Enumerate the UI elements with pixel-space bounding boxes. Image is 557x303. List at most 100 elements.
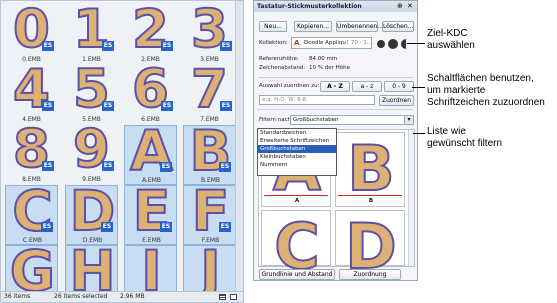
- es-badge-icon: ES: [101, 222, 113, 232]
- keyboard-collection-panel: Tastatur-Stickmusterkollektion ⊕ ✕ Neu..…: [253, 0, 418, 281]
- filter-dropdown-list: Standardzeichen Erweiterte Schriftzeichen…: [257, 128, 337, 176]
- status-size: 2.96 MB: [120, 293, 145, 300]
- divider: [258, 109, 413, 110]
- callout-line: [412, 87, 425, 88]
- es-badge-icon: ES: [42, 161, 54, 171]
- es-badge-icon: ES: [160, 222, 172, 232]
- filter-option[interactable]: Standardzeichen: [258, 129, 336, 137]
- filter-label: Filtern nach:: [259, 117, 293, 123]
- file-thumbnail[interactable]: 6 ES 6.EMB: [124, 62, 177, 125]
- chevron-down-icon[interactable]: ▾: [404, 116, 413, 124]
- assign-button[interactable]: Zuordnen: [379, 95, 414, 106]
- filter-option[interactable]: Großbuchstaben: [258, 145, 336, 153]
- glyph-preview: J: [199, 239, 221, 303]
- slot-half-circle-icon[interactable]: [401, 39, 411, 49]
- assign-digits-button[interactable]: 0 - 9: [384, 81, 414, 92]
- character-preview[interactable]: BB: [335, 132, 405, 207]
- new-button[interactable]: Neu...: [259, 21, 287, 32]
- es-badge-icon: ES: [219, 162, 231, 172]
- baseline-guide: [264, 195, 328, 196]
- collection-label: Kollektion:: [259, 40, 288, 46]
- file-thumbnail[interactable]: F ES F.EMB: [183, 183, 236, 245]
- es-badge-icon: ES: [161, 41, 173, 51]
- character-preview[interactable]: C: [261, 210, 331, 279]
- panel-title: Tastatur-Stickmusterkollektion: [254, 1, 417, 12]
- assign-label: Auswahl zuordnen zu:: [259, 83, 320, 89]
- file-thumbnail[interactable]: 0 ES 0.EMB: [5, 2, 58, 65]
- vertical-scrollbar[interactable]: [235, 1, 243, 292]
- preview-label: B: [368, 198, 374, 204]
- remove-assignment-button[interactable]: Zuordnung entfernen...: [339, 269, 401, 280]
- file-thumbnail[interactable]: 3 ES 3.EMB: [183, 2, 236, 65]
- filter-select-value: Großbuchstaben: [293, 117, 339, 123]
- file-thumbnail[interactable]: 4 ES 4.EMB: [5, 62, 58, 125]
- delete-button[interactable]: Löschen...: [382, 21, 414, 32]
- file-thumbnail[interactable]: A ES A.EMB: [124, 123, 177, 185]
- annotation-select-kdc: Ziel-KDC auswählen: [427, 28, 475, 51]
- file-thumbnail[interactable]: 2 ES 2.EMB: [124, 2, 177, 65]
- annotation-filter-list: Liste wie gewünscht filtern: [427, 126, 503, 149]
- es-badge-icon: ES: [161, 101, 173, 111]
- file-grid-panel: 0 ES 0.EMB 1 ES 1.EMB 2 ES 2.EMB 3 ES 3.EMB 4 ES 4.EMB…: [0, 0, 244, 303]
- status-selected-count: 26 items selected: [54, 293, 108, 300]
- collection-range: [ 70 - 1...: [347, 40, 373, 46]
- file-thumbnail[interactable]: E ES E.EMB: [124, 183, 177, 245]
- es-badge-icon: ES: [220, 41, 232, 51]
- divider: [258, 77, 413, 78]
- es-badge-icon: ES: [160, 162, 172, 172]
- collection-select[interactable]: A Doodle Appliqu [ 70 - 1...: [291, 37, 372, 49]
- ref-height-value: 84.00 mm: [309, 56, 338, 62]
- file-thumbnail[interactable]: 5 ES 5.EMB: [65, 62, 118, 125]
- slot-circle-icon[interactable]: [388, 39, 398, 49]
- baseline-guide: [338, 195, 402, 196]
- file-thumbnail[interactable]: 1 ES 1.EMB: [65, 2, 118, 65]
- status-item-count: 36 items: [4, 293, 31, 300]
- rename-button[interactable]: Umbenennen...: [336, 21, 383, 32]
- es-badge-icon: ES: [42, 41, 54, 51]
- filter-option[interactable]: Erweiterte Schriftzeichen: [258, 137, 336, 145]
- glyph-preview: H: [68, 239, 116, 303]
- file-thumbnail[interactable]: 9 ES 9.EMB: [65, 122, 118, 185]
- thumbnail-view-icon[interactable]: [230, 294, 237, 300]
- annotation-assign-buttons: Schaltflächen benutzen, um markierte Sch…: [427, 73, 545, 108]
- file-thumbnail[interactable]: 8 ES 8.EMB: [5, 122, 58, 185]
- filter-option[interactable]: Kleinbuchstaben: [258, 153, 336, 161]
- char-spacing-value: 10 % der Höhe: [309, 65, 350, 71]
- assign-range-input[interactable]: e.g. H-O, W, 6-8: [259, 95, 375, 105]
- es-badge-icon: ES: [41, 222, 53, 232]
- char-spacing-label: Zeichenabstand:: [259, 65, 306, 71]
- callout-line: [407, 43, 425, 44]
- filter-option[interactable]: Nummern: [258, 161, 336, 169]
- slot-circle-icon[interactable]: [377, 40, 385, 48]
- es-badge-icon: ES: [102, 161, 114, 171]
- pin-icon[interactable]: ⊕: [397, 2, 403, 11]
- status-bar: 36 items 26 items selected 2.96 MB: [1, 291, 243, 302]
- callout-line: [413, 133, 425, 134]
- ref-height-label: Referenzhöhe:: [259, 56, 299, 62]
- es-badge-icon: ES: [102, 101, 114, 111]
- font-icon: A: [294, 39, 300, 47]
- preview-scrollbar[interactable]: [408, 130, 414, 266]
- character-preview[interactable]: D: [335, 210, 405, 279]
- preview-glyph: C: [273, 210, 321, 281]
- filter-select[interactable]: Großbuchstaben ▾: [290, 115, 414, 125]
- assign-lowercase-button[interactable]: a - z: [352, 81, 382, 92]
- file-thumbnail[interactable]: C ES C.EMB: [5, 183, 58, 245]
- file-thumbnail[interactable]: D ES D.EMB: [65, 183, 118, 245]
- collection-value: Doodle Appliqu: [304, 40, 346, 46]
- glyph-preview: G: [9, 239, 56, 303]
- adjust-baseline-button[interactable]: Grundlinie und Abstand anpassen: [259, 269, 335, 280]
- es-badge-icon: ES: [219, 222, 231, 232]
- es-badge-icon: ES: [220, 101, 232, 111]
- preview-label: A: [294, 198, 300, 204]
- close-icon[interactable]: ✕: [407, 2, 413, 11]
- es-badge-icon: ES: [42, 101, 54, 111]
- assign-uppercase-button[interactable]: A - Z: [320, 81, 350, 92]
- file-thumbnail[interactable]: 7 ES 7.EMB: [183, 62, 236, 125]
- preview-glyph: B: [346, 132, 395, 205]
- list-view-icon[interactable]: [219, 294, 226, 300]
- preview-glyph: D: [344, 210, 397, 281]
- copy-button[interactable]: Kopieren...: [294, 21, 332, 32]
- glyph-preview: I: [140, 239, 162, 303]
- file-thumbnail[interactable]: B ES B.EMB: [183, 123, 236, 185]
